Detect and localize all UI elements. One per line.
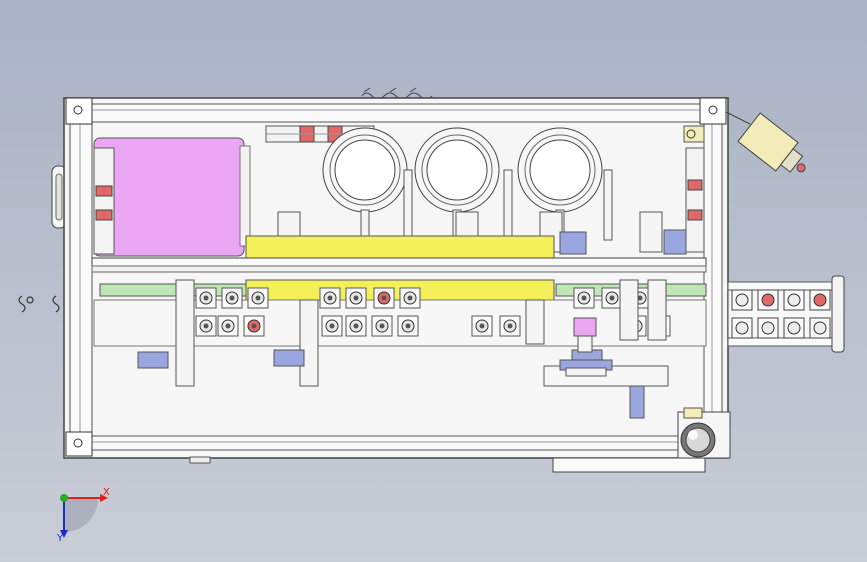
cad-viewport[interactable]: X Y — [0, 0, 867, 562]
roller-hub — [787, 321, 801, 335]
bolt-core — [407, 295, 413, 301]
coordinate-triad: X Y — [56, 487, 110, 544]
ring-inner — [529, 139, 591, 201]
left-side-clips — [18, 295, 60, 313]
bolt-core — [329, 323, 335, 329]
x-axis-label: X — [103, 487, 110, 498]
roller-hub — [787, 293, 801, 307]
roller-hub — [761, 293, 775, 307]
bolt-core — [405, 323, 411, 329]
roller-hub — [813, 321, 827, 335]
sensor-mount — [725, 111, 751, 125]
bolt-core — [507, 323, 513, 329]
middle-rail — [91, 257, 707, 273]
bolt-core — [609, 295, 615, 301]
bolt-core — [225, 323, 231, 329]
bolt-core — [379, 323, 385, 329]
ring-post — [360, 209, 370, 239]
roller-hub — [735, 293, 749, 307]
bolt-core — [327, 295, 333, 301]
bolt-core — [251, 323, 257, 329]
bolt-core — [381, 295, 387, 301]
magenta-panel — [93, 137, 251, 257]
base-plate — [552, 457, 706, 473]
bolt-core — [229, 295, 235, 301]
bolt-core — [581, 295, 587, 301]
bolt-core — [353, 323, 359, 329]
left-slide — [93, 147, 115, 255]
roller-hub — [735, 321, 749, 335]
ring-inner — [334, 139, 396, 201]
roller-hub — [813, 293, 827, 307]
caster-wheel — [677, 407, 731, 459]
bolt-core — [203, 323, 209, 329]
ring-inner — [426, 139, 488, 201]
bolt-core — [255, 295, 261, 301]
right-conveyor — [727, 275, 845, 353]
bolt-core — [353, 295, 359, 301]
bolt-core — [203, 295, 209, 301]
bolt-core — [479, 323, 485, 329]
roller-hub — [761, 321, 775, 335]
y-axis-label: Y — [56, 533, 64, 544]
upper-yellow-bar — [245, 235, 555, 259]
